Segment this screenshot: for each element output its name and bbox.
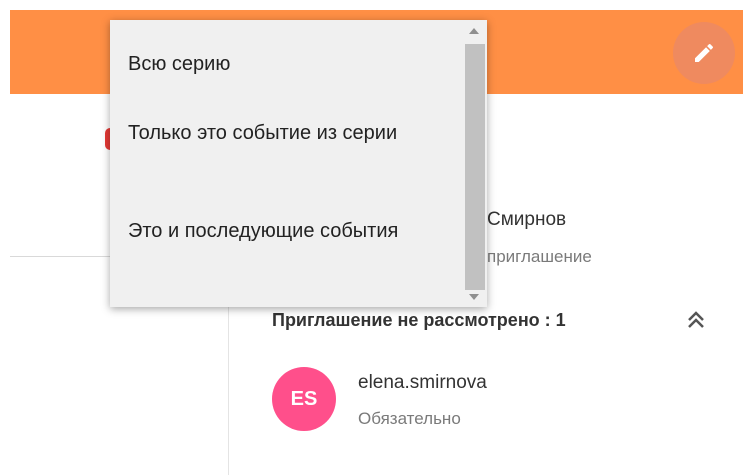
member-role: Обязательно bbox=[358, 409, 461, 428]
chevron-up-icon[interactable] bbox=[469, 28, 479, 34]
pending-invitations-title: Приглашение не рассмотрено : 1 bbox=[272, 310, 566, 330]
dropdown-menu-list: Всю серию Только это событие из серии Эт… bbox=[110, 20, 460, 307]
menu-item-this-and-following[interactable]: Это и последующие события bbox=[128, 213, 446, 250]
attendee-name: Смирнов bbox=[487, 209, 567, 230]
member-name: elena.smirnova bbox=[358, 372, 487, 393]
chevron-down-icon[interactable] bbox=[469, 294, 479, 300]
menu-item-this-event-only[interactable]: Только это событие из серии bbox=[128, 115, 446, 152]
avatar-initials: ES bbox=[290, 387, 318, 410]
edit-event-button[interactable] bbox=[673, 22, 735, 84]
menu-item-whole-series[interactable]: Всю серию bbox=[128, 46, 446, 83]
event-details-page: Смирнов приглашение Приглашение не рассм… bbox=[0, 0, 743, 475]
recurrence-scope-dropdown: Всю серию Только это событие из серии Эт… bbox=[110, 20, 487, 307]
double-chevron-up-icon[interactable] bbox=[684, 306, 708, 334]
avatar: ES bbox=[272, 367, 336, 431]
pencil-icon bbox=[695, 43, 714, 62]
attendee-status: приглашение bbox=[487, 247, 592, 266]
dropdown-scrollbar[interactable] bbox=[463, 20, 487, 307]
scrollbar-thumb[interactable] bbox=[465, 44, 485, 290]
